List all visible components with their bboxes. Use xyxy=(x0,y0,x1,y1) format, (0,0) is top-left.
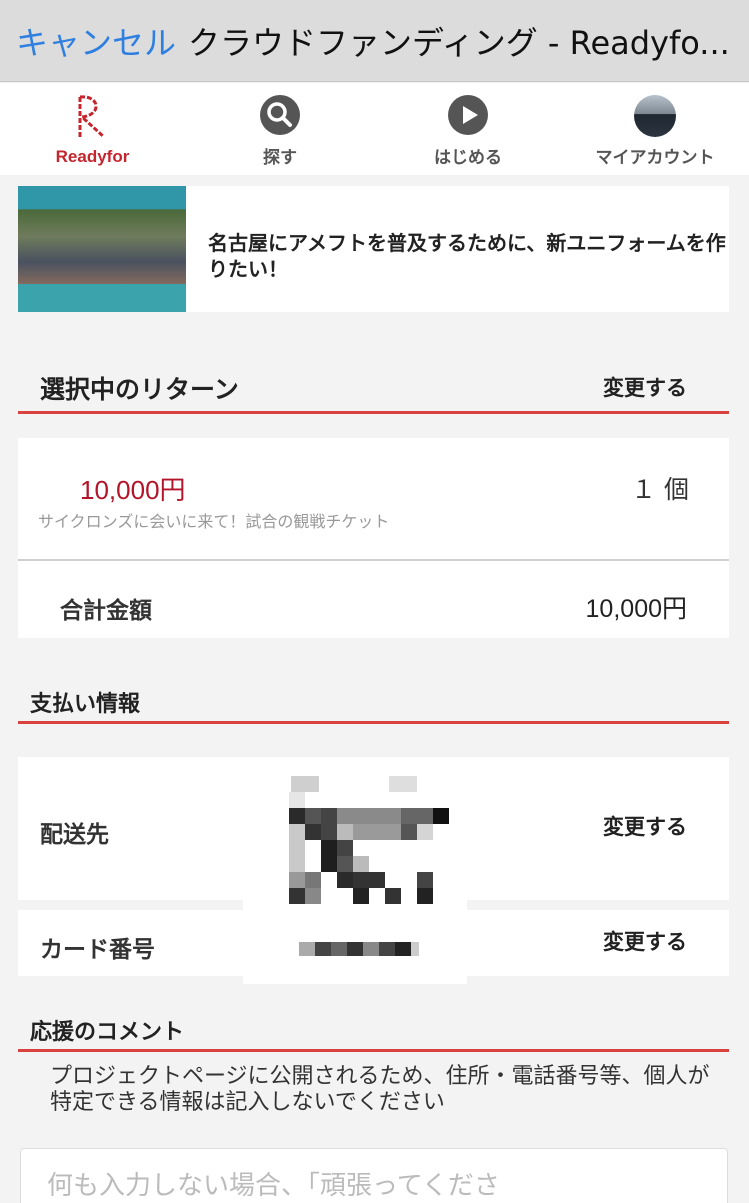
nav-item-start[interactable]: はじめる xyxy=(393,83,543,175)
comment-input[interactable] xyxy=(21,1149,727,1203)
project-card[interactable]: 名古屋にアメフトを普及するために、新ユニフォームを作りたい！ xyxy=(18,186,729,312)
nav-label-start: はじめる xyxy=(434,148,502,168)
redacted-personal-info xyxy=(243,770,467,984)
nav-bar: Readyfor 探す はじめる マイアカウント xyxy=(0,83,749,175)
comment-heading: 応援のコメント xyxy=(30,1020,185,1045)
change-card-button[interactable]: 変更する xyxy=(603,926,687,956)
change-shipping-button[interactable]: 変更する xyxy=(603,811,687,841)
total-row: 合計金額 10,000円 xyxy=(18,561,729,638)
nav-label-my-account: マイアカウント xyxy=(595,148,715,168)
nav-item-my-account[interactable]: マイアカウント xyxy=(575,83,735,175)
avatar xyxy=(634,95,676,137)
section-divider xyxy=(18,1049,729,1052)
return-description: サイクロンズに会いに来て！試合の観戦チケット xyxy=(38,512,390,531)
total-value: 10,000円 xyxy=(585,595,687,623)
nav-item-search[interactable]: 探す xyxy=(205,83,355,175)
return-item-card: 10,000円 サイクロンズに会いに来て！試合の観戦チケット １ 個 xyxy=(18,438,729,560)
payment-info-heading: 支払い情報 xyxy=(30,692,141,717)
card-number-label: カード番号 xyxy=(40,937,155,963)
project-title: 名古屋にアメフトを普及するために、新ユニフォームを作りたい！ xyxy=(208,231,726,281)
selected-return-heading: 選択中のリターン xyxy=(40,375,239,404)
total-label: 合計金額 xyxy=(60,598,152,624)
shipping-label: 配送先 xyxy=(40,822,109,848)
section-divider xyxy=(18,411,729,414)
search-icon xyxy=(260,95,300,135)
return-quantity: １ 個 xyxy=(631,475,689,504)
project-thumbnail-band xyxy=(18,284,186,312)
change-return-button[interactable]: 変更する xyxy=(603,372,687,402)
window-title: クラウドファンディング - Readyfo... xyxy=(188,24,730,62)
return-price: 10,000円 xyxy=(80,475,186,505)
section-divider xyxy=(18,721,729,724)
project-thumbnail xyxy=(18,186,186,312)
readyfor-logo-text: Readyfor xyxy=(55,147,130,166)
comment-textarea-wrapper xyxy=(20,1148,728,1203)
readyfor-logo-link[interactable]: Readyfor xyxy=(20,83,165,175)
nav-label-search: 探す xyxy=(263,148,297,168)
comment-note: プロジェクトページに公開されるため、住所・電話番号等、個人が特定できる情報は記入… xyxy=(50,1064,710,1115)
readyfor-logo-icon xyxy=(78,95,106,139)
cancel-button[interactable]: キャンセル xyxy=(16,18,176,64)
window-title-bar: キャンセル クラウドファンディング - Readyfo... xyxy=(0,0,749,82)
play-icon xyxy=(448,95,488,135)
